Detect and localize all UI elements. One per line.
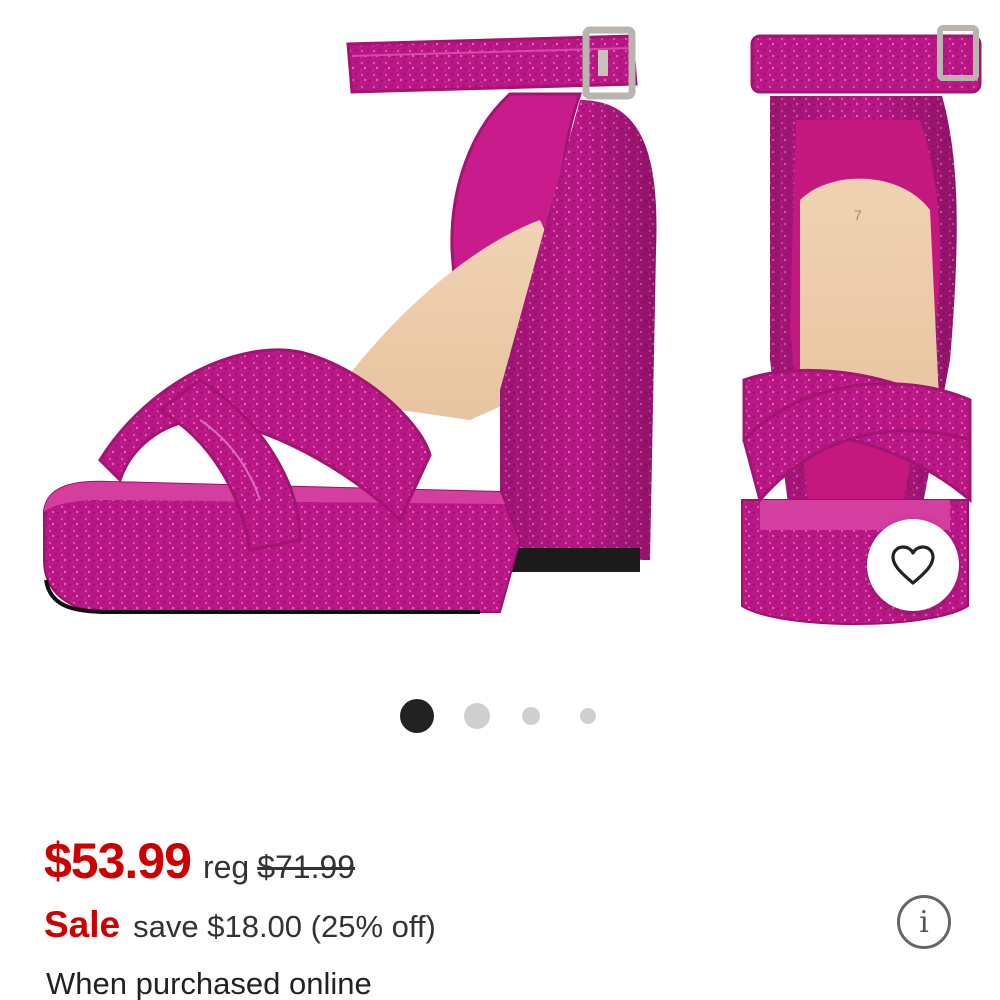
heart-icon [891, 545, 935, 585]
carousel-indicator [400, 699, 596, 733]
savings-text: save $18.00 (25% off) [133, 909, 436, 944]
online-purchase-note: When purchased online [46, 966, 372, 1000]
price-row: $53.99 reg $71.99 [44, 832, 355, 890]
carousel-dot-4[interactable] [580, 708, 596, 724]
current-price: $53.99 [44, 833, 192, 889]
favorite-button[interactable] [867, 519, 959, 611]
product-image: 7 [43, 25, 982, 625]
info-circle-icon: i [919, 904, 929, 940]
product-image-gallery[interactable]: 7 [0, 0, 1000, 650]
reg-price-label: reg [202, 849, 250, 885]
carousel-dot-3[interactable] [522, 707, 540, 725]
carousel-dot-2[interactable] [464, 703, 490, 729]
sale-label: Sale [44, 904, 121, 945]
carousel-dot-1[interactable] [400, 699, 434, 733]
price-info-button[interactable]: i [897, 895, 951, 949]
reg-price: $71.99 [257, 849, 356, 885]
left-shoe-side-view: 7 [43, 26, 657, 614]
insole-size-marking-front: 7 [854, 207, 862, 223]
sale-row: Sale save $18.00 (25% off) [44, 904, 436, 946]
product-detail-page: 7 $53.99 reg $71.99 Sale save $18.00 (25… [0, 0, 1000, 1000]
